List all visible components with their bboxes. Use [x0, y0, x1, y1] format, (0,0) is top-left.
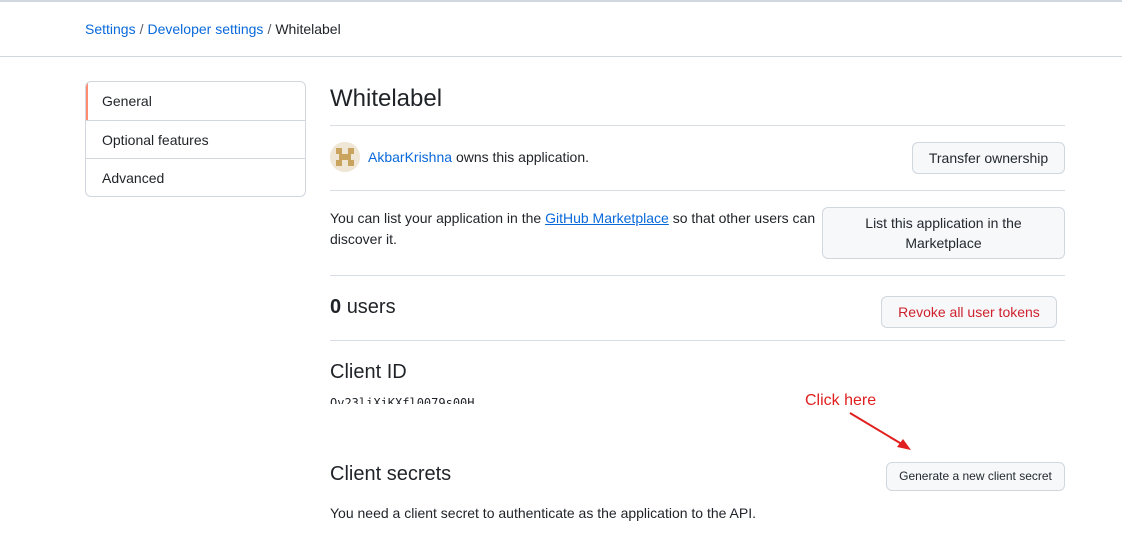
breadcrumb: Settings / Developer settings / Whitelabel	[85, 21, 341, 37]
owner-avatar[interactable]	[330, 142, 360, 172]
divider	[330, 275, 1065, 276]
client-id-value: Ov23liXiKXfl0079s00H	[330, 396, 475, 404]
breadcrumb-settings-link[interactable]: Settings	[85, 21, 136, 37]
client-id-heading: Client ID	[330, 361, 407, 383]
top-bar: Settings / Developer settings / Whitelabel	[0, 0, 1122, 57]
breadcrumb-developer-settings-link[interactable]: Developer settings	[147, 21, 263, 37]
marketplace-text-before: You can list your application in the	[330, 210, 542, 226]
generate-client-secret-button[interactable]: Generate a new client secret	[886, 462, 1065, 491]
users-count-number: 0	[330, 296, 342, 318]
github-marketplace-link[interactable]: GitHub Marketplace	[545, 210, 669, 226]
sidebar-item-advanced[interactable]: Advanced	[86, 158, 305, 196]
click-here-annotation: Click here	[805, 392, 877, 409]
revoke-all-user-tokens-button[interactable]: Revoke all user tokens	[881, 296, 1057, 328]
transfer-ownership-button[interactable]: Transfer ownership	[912, 142, 1065, 174]
users-count-label: users	[346, 296, 396, 318]
divider	[330, 340, 1065, 341]
divider	[330, 190, 1065, 191]
sidebar-item-general[interactable]: General	[86, 82, 305, 120]
breadcrumb-current: Whitelabel	[275, 21, 341, 37]
page-title: Whitelabel	[330, 85, 443, 112]
sidebar-item-optional-features[interactable]: Optional features	[86, 120, 305, 158]
marketplace-text: You can list your application in the Git…	[330, 208, 820, 250]
annotation-arrow-icon	[849, 412, 911, 450]
avatar-identicon-icon	[330, 142, 360, 172]
list-in-marketplace-button[interactable]: List this application in the Marketplace	[822, 207, 1065, 259]
breadcrumb-separator: /	[267, 21, 272, 37]
owner-suffix: owns this application.	[455, 149, 590, 165]
divider	[330, 125, 1065, 126]
breadcrumb-separator: /	[139, 21, 144, 37]
owner-link[interactable]: AkbarKrishna	[368, 149, 452, 165]
client-secrets-heading: Client secrets	[330, 463, 452, 485]
users-count: 0 users	[330, 296, 396, 319]
settings-sidebar: General Optional features Advanced	[85, 81, 306, 197]
owner-line: AkbarKrishna owns this application.	[368, 149, 589, 165]
client-secret-note: You need a client secret to authenticate…	[330, 505, 757, 521]
